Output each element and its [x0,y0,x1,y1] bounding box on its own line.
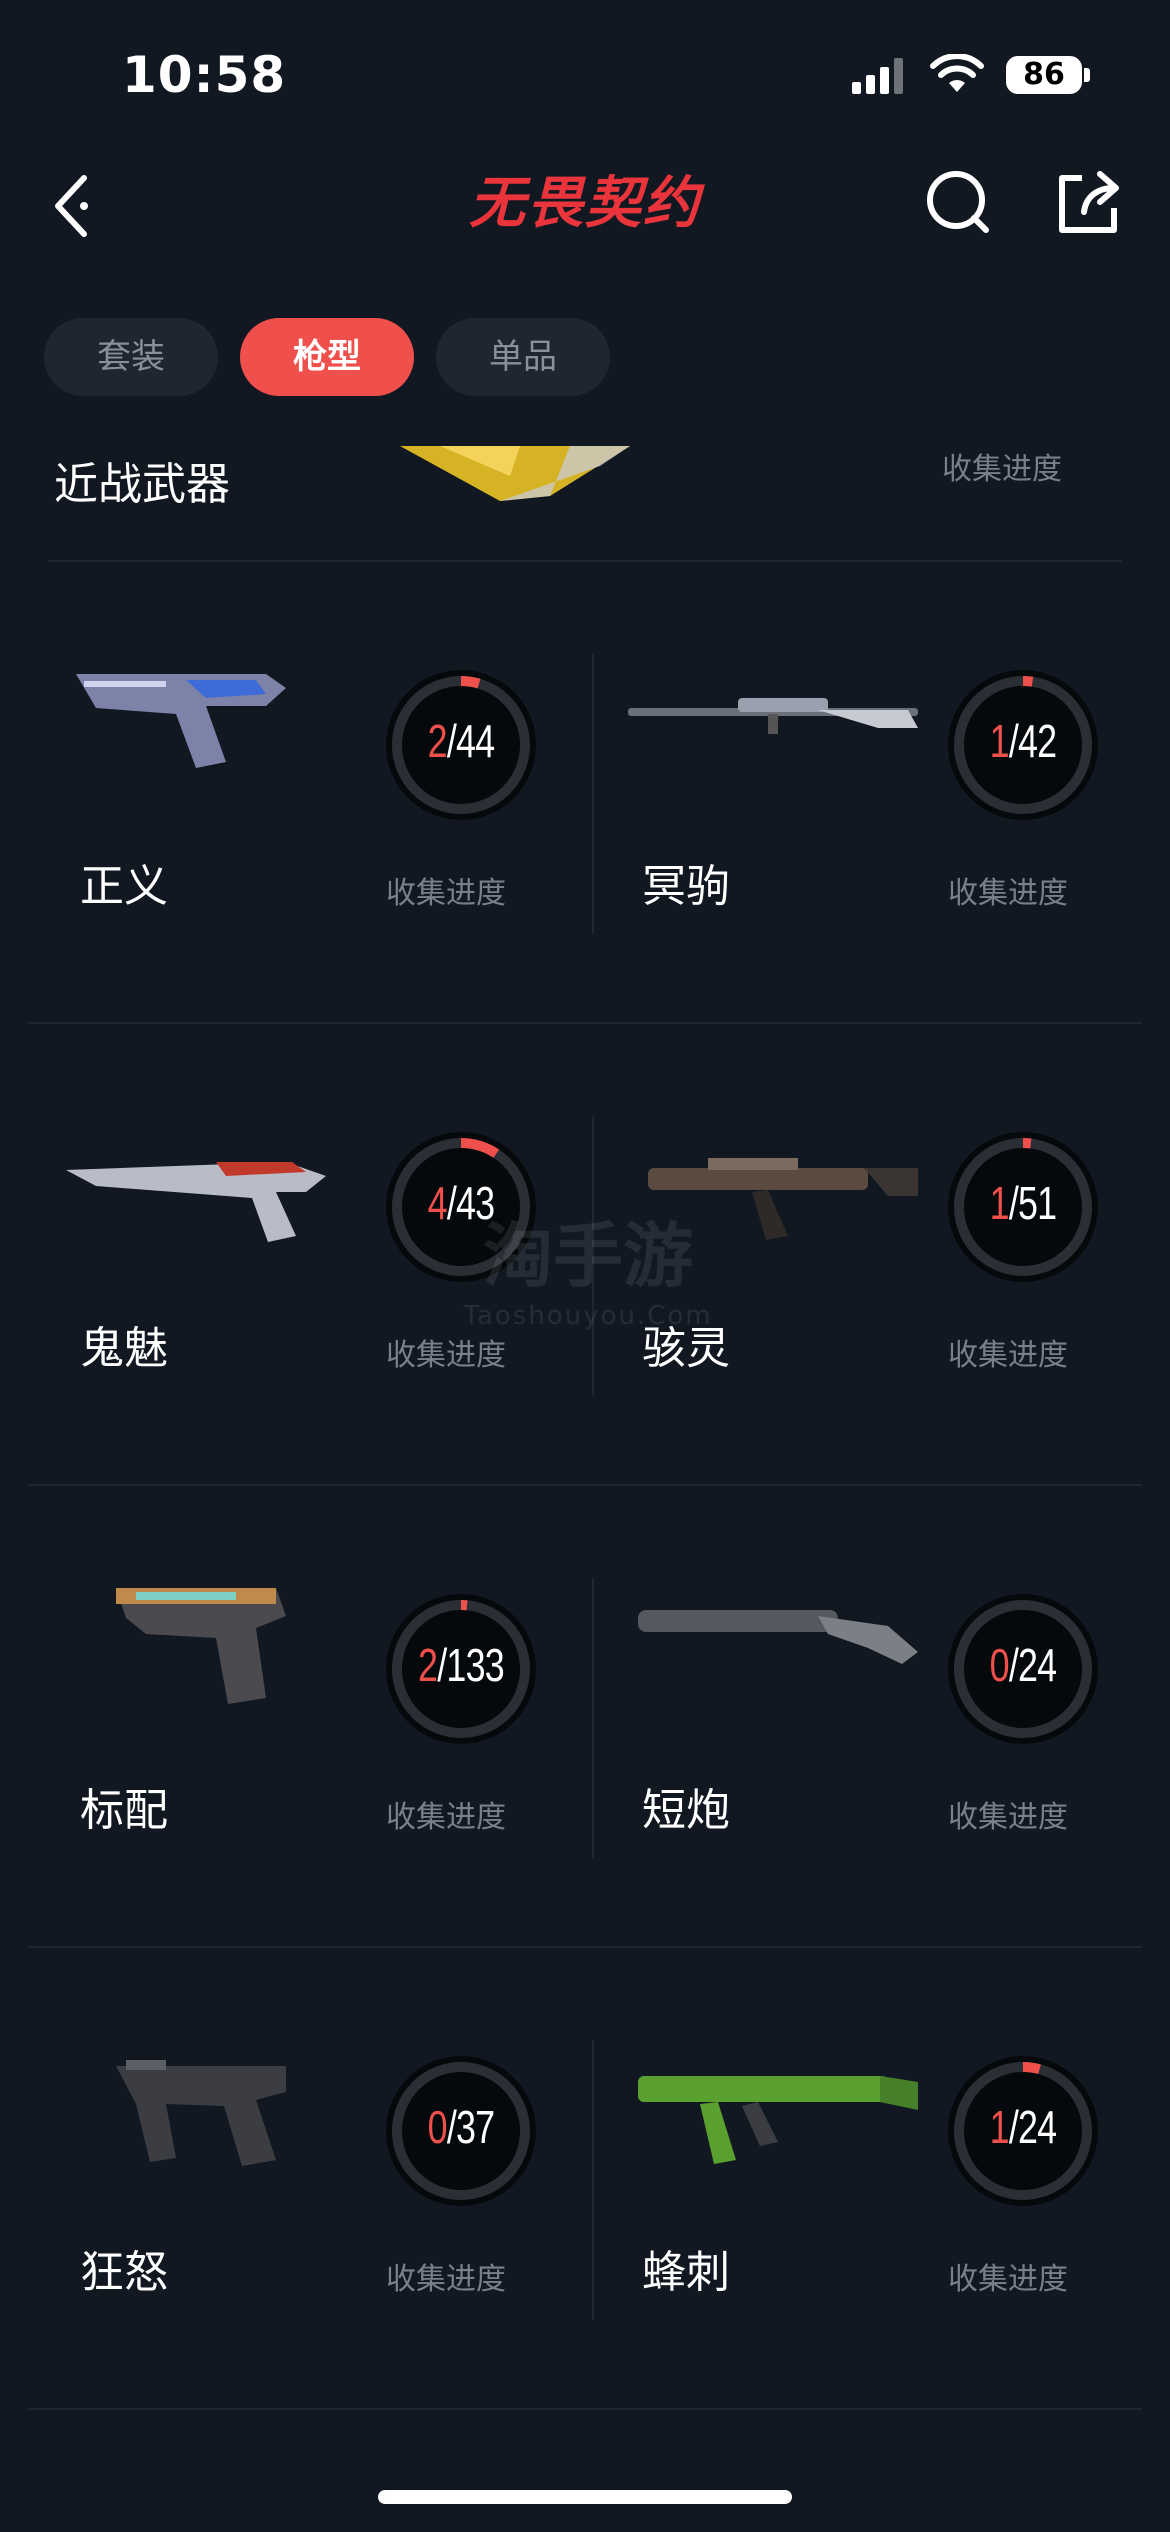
collected-count: 0 [427,2101,448,2153]
row-divider [28,1022,1142,1024]
total-count: 51 [1018,1177,1057,1229]
battery-icon: 86 [1006,56,1082,94]
count-separator: / [437,1639,447,1691]
weapon-name: 短炮 [642,1785,730,1836]
tab-single-items[interactable]: 单品 [436,318,610,396]
collection-count: 1/42 [965,714,1082,768]
collected-count: 1 [989,715,1010,767]
progress-label: 收集进度 [948,1338,1068,1373]
share-icon[interactable] [1048,160,1128,240]
collection-count: 1/24 [965,2100,1082,2154]
weapon-image [66,1162,326,1242]
search-icon[interactable] [918,160,998,240]
row-divider [28,1484,1142,1486]
weapon-card[interactable]: 鬼魅 4/43 收集进度 [56,1106,616,1536]
count-separator: / [446,1177,457,1229]
weapon-card[interactable]: 正义 2/44 收集进度 [56,644,616,1074]
home-indicator[interactable] [378,2490,792,2504]
total-count: 24 [1018,2101,1057,2153]
page-title: 无畏契约 [469,171,701,236]
count-separator: / [1008,2101,1019,2153]
progress-label: 收集进度 [948,1800,1068,1835]
count-separator: / [446,715,457,767]
collection-count: 2/133 [403,1638,520,1692]
weapon-card[interactable]: 蜂刺 1/24 收集进度 [618,2030,1170,2460]
total-count: 42 [1018,715,1057,767]
collected-count: 2 [427,715,448,767]
weapon-image [116,2060,286,2166]
row-divider [28,2408,1142,2410]
weapon-image [116,1588,286,1704]
weapon-image [76,674,286,768]
progress-label: 收集进度 [948,876,1068,911]
status-time: 10:58 [122,46,287,104]
column-divider [592,654,594,934]
weapon-card[interactable]: 冥驹 1/42 收集进度 [618,644,1170,1074]
total-count: 43 [456,1177,495,1229]
collected-count: 4 [427,1177,448,1229]
weapon-name: 狂怒 [80,2247,168,2298]
total-count: 44 [456,715,495,767]
progress-label: 收集进度 [386,2262,506,2297]
total-count: 133 [446,1639,504,1691]
count-separator: / [1008,715,1019,767]
section-divider [48,560,1122,562]
weapon-image [648,1158,918,1240]
collection-count: 1/51 [965,1176,1082,1230]
count-separator: / [1008,1177,1019,1229]
column-divider [592,1116,594,1396]
tab-suits[interactable]: 套装 [44,318,218,396]
wifi-icon [930,54,984,92]
collection-count: 0/37 [403,2100,520,2154]
weapon-name: 冥驹 [642,861,730,912]
weapon-name: 标配 [80,1785,168,1836]
melee-progress-label: 收集进度 [942,452,1062,487]
collected-count: 1 [989,2101,1010,2153]
weapon-image [628,698,918,734]
collected-count: 0 [989,1639,1010,1691]
weapon-card[interactable]: 狂怒 0/37 收集进度 [56,2030,616,2460]
progress-label: 收集进度 [386,1338,506,1373]
weapon-name: 正义 [80,861,168,912]
column-divider [592,2040,594,2320]
weapon-image [638,2076,918,2164]
battery-tip [1084,68,1090,82]
tab-weapon-types[interactable]: 枪型 [240,318,414,396]
signal-icon [852,58,903,94]
weapon-card[interactable]: 标配 2/133 收集进度 [56,1568,616,1998]
count-separator: / [446,2101,457,2153]
weapon-name: 蜂刺 [642,2247,730,2298]
count-separator: / [1008,1639,1019,1691]
progress-label: 收集进度 [948,2262,1068,2297]
melee-weapon-label[interactable]: 近战武器 [54,448,230,512]
weapon-name: 骇灵 [642,1323,730,1374]
collection-count: 2/44 [403,714,520,768]
column-divider [592,1578,594,1858]
progress-label: 收集进度 [386,1800,506,1835]
collected-count: 1 [989,1177,1010,1229]
back-icon[interactable] [44,162,124,242]
status-bar: 10:58 86 [0,0,1170,150]
weapon-card[interactable]: 短炮 0/24 收集进度 [618,1568,1170,1998]
collection-count: 4/43 [403,1176,520,1230]
collected-count: 2 [418,1639,438,1691]
total-count: 24 [1018,1639,1057,1691]
melee-knife-image [400,446,630,501]
weapon-card[interactable]: 骇灵 1/51 收集进度 [618,1106,1170,1536]
row-divider [28,1946,1142,1948]
weapon-name: 鬼魅 [80,1323,168,1374]
app-header: 无畏契约 [0,150,1170,260]
collection-count: 0/24 [965,1638,1082,1692]
progress-label: 收集进度 [386,876,506,911]
total-count: 37 [456,2101,495,2153]
weapon-image [638,1610,918,1664]
